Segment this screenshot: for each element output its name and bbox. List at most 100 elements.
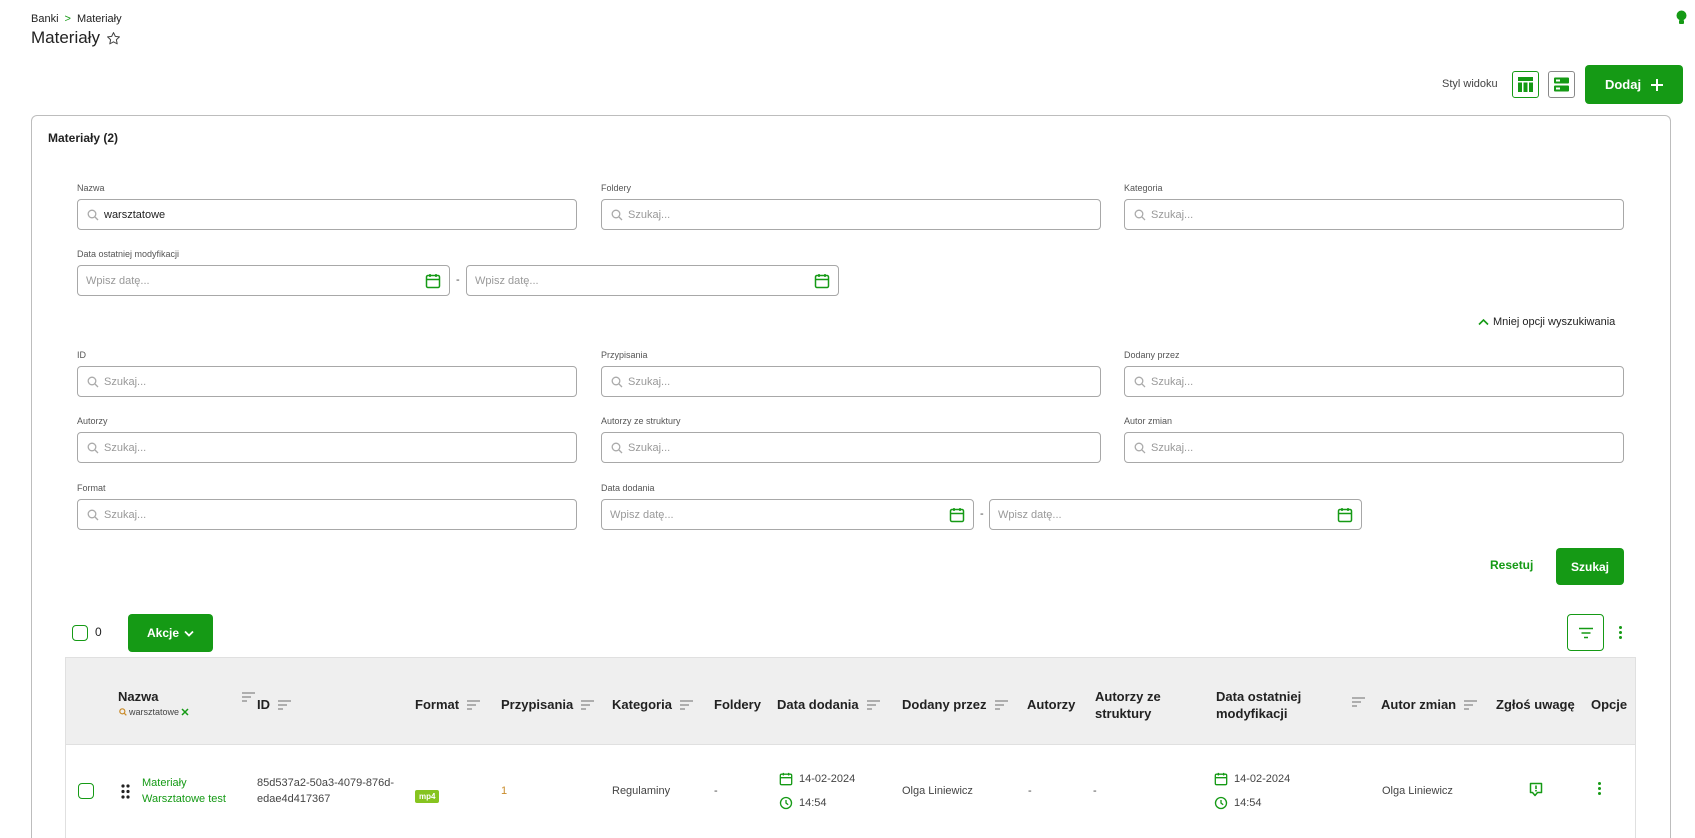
row-format: mp4 [415,790,440,803]
less-search-options-link[interactable]: Mniej opcji wyszukiwania [1478,316,1615,328]
column-category-label: Kategoria [612,697,672,712]
column-header-category[interactable]: Kategoria [612,696,693,713]
id-filter-input[interactable]: Szukaj... [77,366,577,397]
table-view-button[interactable] [1512,71,1539,98]
column-header-authors[interactable]: Autorzy [1027,696,1075,713]
filter-lines-icon [1578,627,1594,639]
add-button[interactable]: Dodaj [1585,65,1683,104]
column-header-folders[interactable]: Foldery [714,696,761,713]
authors-filter-input[interactable]: Szukaj... [77,432,577,463]
structure-authors-filter-input[interactable]: Szukaj... [601,432,1101,463]
row-options-icon[interactable] [1598,782,1601,795]
search-icon [1134,442,1146,454]
category-filter-label: Kategoria [1124,183,1163,193]
actions-button[interactable]: Akcje [128,614,213,652]
row-format-badge: mp4 [415,786,440,804]
category-filter-input[interactable]: Szukaj... [1124,199,1624,230]
breadcrumb-separator: > [64,13,71,25]
column-header-assignments[interactable]: Przypisania [501,696,595,713]
panel-title: Materiały (2) [48,131,119,145]
date-added-from-input[interactable]: Wpisz datę... [601,499,974,530]
search-icon [87,376,99,388]
column-header-change-author[interactable]: Autor zmian [1381,696,1478,713]
row-name-link[interactable]: Materiały Warsztatowe test [142,775,226,807]
column-header-structure-authors[interactable]: Autorzy ze struktury [1095,688,1161,722]
column-header-name[interactable]: Nazwa [118,688,158,705]
sort-icon [679,699,693,710]
row-change-author: Olga Liniewicz [1382,785,1453,797]
report-issue-icon[interactable] [1529,782,1543,797]
plus-icon [1651,78,1664,91]
list-view-button[interactable] [1548,71,1575,98]
change-author-filter-input[interactable]: Szukaj... [1124,432,1624,463]
clock-icon [779,796,793,810]
column-header-added-by[interactable]: Dodany przez [902,696,1008,713]
row-assignments[interactable]: 1 [501,785,507,797]
column-change-author-label: Autor zmian [1381,697,1457,712]
column-structure-authors-line2: struktury [1095,706,1152,721]
favorite-star-icon[interactable] [106,31,121,46]
calendar-icon [1214,772,1228,786]
sort-last-modified-icon[interactable] [1352,697,1365,707]
column-filter-button[interactable] [1567,614,1604,651]
column-header-date-added[interactable]: Data dodania [777,696,880,713]
row-id-line2: edae4d417367 [257,793,331,805]
date-range-dash: - [456,274,460,286]
row-checkbox[interactable] [78,783,94,799]
lightbulb-icon[interactable] [1676,10,1687,26]
column-date-added-label: Data dodania [777,697,859,712]
reset-button[interactable]: Resetuj [1490,558,1533,572]
column-header-options[interactable]: Opcje [1591,696,1627,713]
format-filter-label: Format [77,483,106,493]
search-icon [119,708,127,716]
breadcrumb-root[interactable]: Banki [31,13,59,25]
category-filter-placeholder: Szukaj... [1151,208,1194,221]
column-last-modified-line1: Data ostatniej [1216,689,1302,704]
column-authors-label: Autorzy [1027,697,1076,712]
calendar-icon[interactable] [425,273,441,289]
clear-filter-icon[interactable] [181,708,189,716]
less-search-options-label: Mniej opcji wyszukiwania [1493,316,1616,328]
added-by-filter-placeholder: Szukaj... [1151,375,1194,388]
row-time-added-value: 14:54 [799,797,827,809]
column-header-id[interactable]: ID [257,696,291,713]
date-added-to-input[interactable]: Wpisz datę... [989,499,1362,530]
column-folders-label: Foldery [714,697,761,712]
column-header-format[interactable]: Format [415,696,481,713]
column-header-report[interactable]: Zgłoś uwagę [1496,696,1575,713]
last-modified-to-input[interactable]: Wpisz datę... [466,265,839,296]
column-header-last-modified[interactable]: Data ostatniej modyfikacji [1216,688,1301,722]
sort-icon [866,699,880,710]
list-view-icon [1553,76,1570,93]
add-label: Dodaj [1604,77,1642,92]
name-filter-input[interactable]: warsztatowe [77,199,577,230]
drag-handle-icon[interactable] [121,784,130,799]
column-structure-authors-line1: Autorzy ze [1095,689,1161,704]
table-more-icon[interactable] [1619,626,1622,639]
name-filter-chip: warsztatowe [119,707,189,717]
column-format-label: Format [415,697,460,712]
last-modified-from-placeholder: Wpisz datę... [86,274,150,287]
last-modified-to-placeholder: Wpisz datę... [475,274,539,287]
search-icon [87,209,99,221]
last-modified-from-input[interactable]: Wpisz datę... [77,265,450,296]
calendar-icon[interactable] [814,273,830,289]
last-modified-label: Data ostatniej modyfikacji [77,249,180,259]
added-by-filter-input[interactable]: Szukaj... [1124,366,1624,397]
chevron-up-icon [1478,318,1489,326]
folders-filter-input[interactable]: Szukaj... [601,199,1101,230]
calendar-icon[interactable] [1337,507,1353,523]
sort-icon [1464,699,1478,710]
authors-filter-placeholder: Szukaj... [104,441,147,454]
calendar-icon[interactable] [949,507,965,523]
date-added-from-placeholder: Wpisz datę... [610,508,674,521]
assignments-filter-input[interactable]: Szukaj... [601,366,1101,397]
sort-name-icon[interactable] [242,692,255,702]
folders-filter-label: Foldery [601,183,632,193]
page-title: Materiały [31,28,100,47]
search-button[interactable]: Szukaj [1556,548,1624,585]
format-filter-input[interactable]: Szukaj... [77,499,577,530]
sort-icon [994,699,1008,710]
select-all-checkbox[interactable] [72,625,88,641]
search-icon [1134,376,1146,388]
